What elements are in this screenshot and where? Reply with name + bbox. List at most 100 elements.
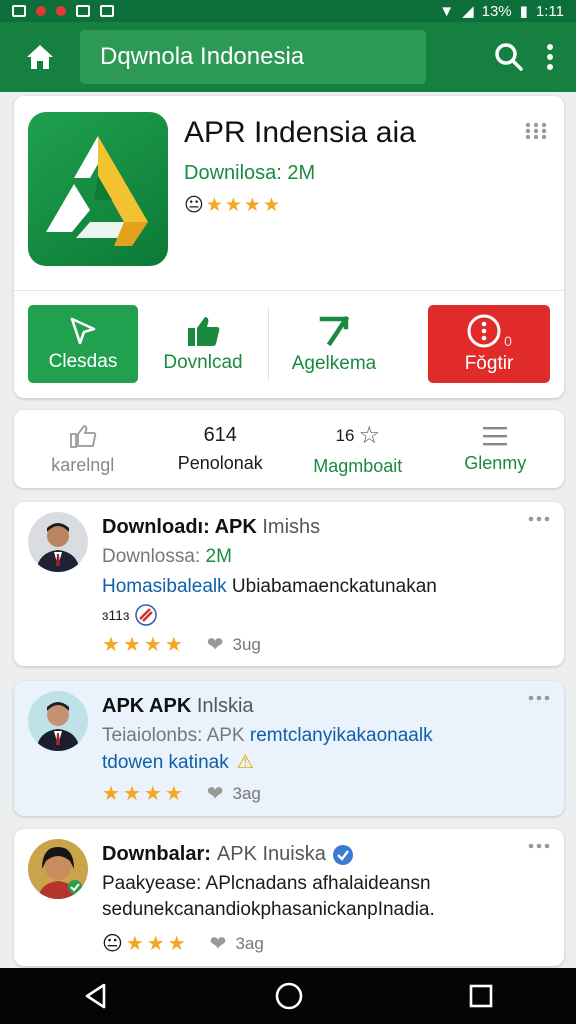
thumbs-up-outline-icon — [69, 424, 97, 448]
warning-icon: ⚠ — [236, 752, 254, 773]
review-body-text: Ubiabamaenckatunakan — [231, 576, 437, 597]
stat-magmboait[interactable]: 16 ☆ Magmboait — [289, 421, 427, 477]
stat-penolonak[interactable]: 614 Penolonak — [152, 424, 290, 474]
star-icon: ★ — [164, 783, 183, 805]
review-title-bold: APK APK — [102, 695, 192, 717]
review-body-line1: Teiaiolonbs: APK remtclanyikakaonaalk — [102, 725, 433, 747]
star-icon: ★ — [146, 933, 165, 955]
stats-card: karelngl 614 Penolonak 16 ☆ Magmboait Gl… — [14, 410, 564, 488]
notification-dot-icon — [36, 6, 46, 16]
clock: 1:11 — [535, 2, 564, 20]
battery-icon: ▮ — [519, 3, 528, 20]
app-rating: 😐 ★ ★ ★ ★ — [184, 194, 280, 217]
star-icon: ★ — [143, 783, 162, 805]
stat-value: 614 — [203, 424, 237, 446]
home-button[interactable] — [14, 31, 66, 83]
review-card[interactable]: Downbalar: APK Inuiska Paakyease: APlcna… — [14, 829, 564, 966]
back-icon[interactable] — [82, 982, 110, 1010]
star-icon: ★ — [205, 195, 223, 216]
star-icon: ★ — [164, 634, 183, 656]
menu-icon — [483, 426, 508, 445]
star-icon: ★ — [143, 634, 162, 656]
review-title-bold: Downbalar: — [102, 843, 211, 865]
more-vert-icon[interactable] — [546, 43, 554, 71]
app-bar: Dqwnola Indonesia — [0, 22, 576, 92]
review-body-line1: Paakyease: APlcnadans afhalaideansn — [102, 873, 431, 894]
avatar — [28, 512, 88, 572]
review-card[interactable]: APK APK Inlskia Teiaiolonbs: APK remtcla… — [14, 681, 564, 816]
avatar — [28, 691, 88, 751]
system-nav-bar — [0, 968, 576, 1024]
report-button[interactable]: 0 Fǒgtir — [428, 305, 550, 383]
like-count: 3ug — [232, 634, 261, 654]
divider — [14, 290, 564, 291]
clesdas-label: Clesdas — [48, 351, 118, 372]
review-card[interactable]: Downloadı: APK Imishs Downlossa: 2M Homa… — [14, 502, 564, 666]
agelkema-button[interactable]: Agelkema — [269, 305, 399, 383]
review-body-line2: tdowen katinak ⚠ — [102, 751, 254, 774]
review-title: APK APK Inlskia — [102, 695, 254, 718]
review-title-rest: Inlskia — [196, 695, 254, 717]
review-title-bold: Downloadı: APK — [102, 516, 257, 538]
star-icon: ★ — [125, 933, 144, 955]
review-downloads-value: 2M — [205, 546, 232, 567]
home-circle-icon[interactable] — [274, 981, 304, 1011]
clesdas-button[interactable]: Clesdas — [28, 305, 138, 383]
like-icon[interactable]: ❤ — [207, 781, 224, 806]
review-meta-text: ɜ11ɜ — [102, 607, 130, 623]
home-icon — [27, 45, 53, 69]
like-icon[interactable]: ❤ — [207, 632, 224, 657]
like-count: 3ag — [235, 933, 264, 953]
review-downloads: Downlossa: 2M — [102, 546, 232, 568]
report-label: Fǒgtir — [464, 353, 514, 374]
app-title: APR Indensia aia — [184, 116, 416, 149]
status-bar: ▼ ◢ 13% ▮ 1:11 — [0, 0, 576, 22]
stat-label: Glenmy — [464, 452, 527, 473]
review-title-rest: Imishs — [262, 516, 321, 538]
face-emoji-icon: 😐 — [102, 933, 123, 955]
image-icon — [100, 5, 114, 17]
more-horiz-icon[interactable] — [528, 695, 550, 701]
stat-label: karelngl — [51, 454, 115, 475]
star-outline-icon: ☆ — [358, 422, 380, 449]
search-icon[interactable] — [494, 42, 524, 72]
trending-arrow-icon — [319, 315, 350, 347]
stat-karelngl[interactable]: karelngl — [14, 423, 152, 476]
recents-icon[interactable] — [468, 983, 494, 1009]
facebook-icon — [76, 5, 90, 17]
review-rating: ★ ★ ★ ★ ❤ 3ag — [102, 781, 261, 806]
review-title: Downbalar: APK Inuiska — [102, 843, 354, 866]
review-body-prefix: Teiaiolonbs: APK — [102, 725, 245, 746]
star-icon: ★ — [102, 783, 120, 805]
apps-grid-icon[interactable] — [524, 122, 548, 140]
review-meta: ɜ11ɜ — [102, 604, 158, 626]
alert-icon — [467, 314, 501, 348]
review-downloads-prefix: Downlossa: — [102, 546, 201, 567]
notification-icon — [12, 5, 26, 17]
like-icon[interactable]: ❤ — [210, 931, 227, 956]
review-rating: ★ ★ ★ ★ ❤ 3ug — [102, 632, 261, 657]
download-button[interactable]: Dovnlcad — [138, 305, 268, 383]
more-horiz-icon[interactable] — [528, 516, 550, 522]
star-icon: ★ — [122, 634, 141, 656]
stat-value: 16 — [335, 425, 355, 445]
search-input[interactable]: Dqwnola Indonesia — [80, 30, 426, 84]
app-download-count: Downilosa: 2M — [184, 162, 316, 184]
star-icon: ★ — [102, 634, 120, 656]
stat-label: Magmboait — [313, 456, 403, 476]
review-title: Downloadı: APK Imishs — [102, 516, 320, 539]
battery-level: 13% — [481, 2, 512, 20]
stat-glenmy[interactable]: Glenmy — [427, 425, 565, 474]
more-horiz-icon[interactable] — [528, 843, 550, 849]
review-body-link[interactable]: tdowen katinak — [102, 752, 229, 774]
review-body-link[interactable]: Homasibalealk — [102, 576, 227, 597]
download-label: Dovnlcad — [163, 352, 243, 373]
app-logo — [28, 112, 168, 266]
report-badge: 0 — [504, 333, 512, 349]
star-icon: ★ — [167, 933, 186, 955]
stat-label: Penolonak — [177, 453, 263, 473]
review-body-link[interactable]: remtclanyikakaonaalk — [250, 725, 433, 746]
flag-badge-icon — [135, 604, 158, 626]
cursor-icon — [70, 317, 96, 345]
star-icon: ★ — [243, 195, 261, 216]
